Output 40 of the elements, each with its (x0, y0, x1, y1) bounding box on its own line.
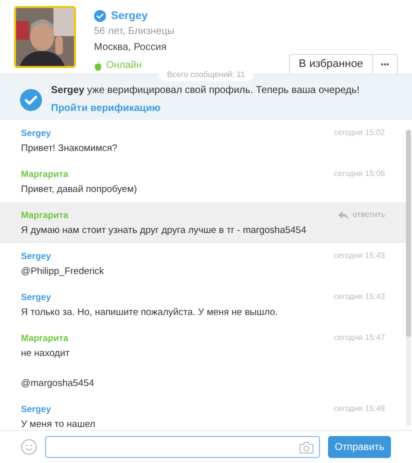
more-button[interactable]: ••• (373, 54, 398, 75)
message-text: не находит (21, 348, 71, 360)
message-count: Всего сообщений: 11 (159, 69, 253, 81)
message-text: Привет, давай попробуем) (21, 184, 138, 196)
profile-name[interactable]: Sergey (111, 9, 148, 23)
apple-icon (94, 62, 102, 70)
camera-icon[interactable] (299, 440, 314, 454)
message-author: Sergey (21, 127, 52, 139)
message-text: @margosha5454 (21, 378, 96, 390)
verification-text: Sergey уже верифицировал свой профиль. Теперь ваша очередь! (51, 84, 360, 98)
message-author: Маргарита (21, 168, 68, 180)
message-author: Sergey (21, 250, 52, 262)
favorite-button[interactable]: В избранное (289, 54, 373, 75)
message-text: У меня то нашел (21, 419, 96, 430)
location: Москва, Россия (94, 42, 168, 54)
message-author: Маргарита (21, 209, 68, 221)
verified-icon (94, 10, 106, 22)
emoji-icon[interactable] (21, 439, 37, 455)
message-text: Я только за. Но, напишите пожалуйста. У меня не вышло. (21, 307, 279, 319)
message-text: Я думаю нам стоит узнать друг друга лучше в тг - margosha5454 (21, 225, 308, 237)
message-input[interactable] (45, 436, 320, 458)
message-time: сегодня 15:47 (334, 332, 385, 344)
message-text: @Philipp_Frederick (21, 266, 106, 278)
message-author: Маргарита (21, 332, 68, 344)
reply-button[interactable]: ответить (338, 209, 385, 221)
verified-icon (20, 88, 42, 110)
message-time: сегодня 15:48 (334, 403, 385, 415)
scrollbar[interactable] (406, 130, 411, 426)
message-text: Привет! Знакомимся? (21, 143, 118, 155)
message-time: сегодня 15:43 (334, 250, 385, 262)
message-time: сегодня 15:06 (334, 168, 385, 180)
online-status: Онлайн (106, 60, 142, 72)
message-time: сегодня 15:43 (334, 291, 385, 303)
age-sign: 56 лет, Близнецы (94, 26, 176, 38)
reply-icon (338, 210, 349, 220)
message-author: Sergey (21, 403, 52, 415)
verification-link[interactable]: Пройти верификацию (51, 101, 360, 116)
message-author: Sergey (21, 291, 52, 303)
message-time: сегодня 15:02 (334, 127, 385, 139)
send-button[interactable]: Отправить (328, 436, 391, 458)
